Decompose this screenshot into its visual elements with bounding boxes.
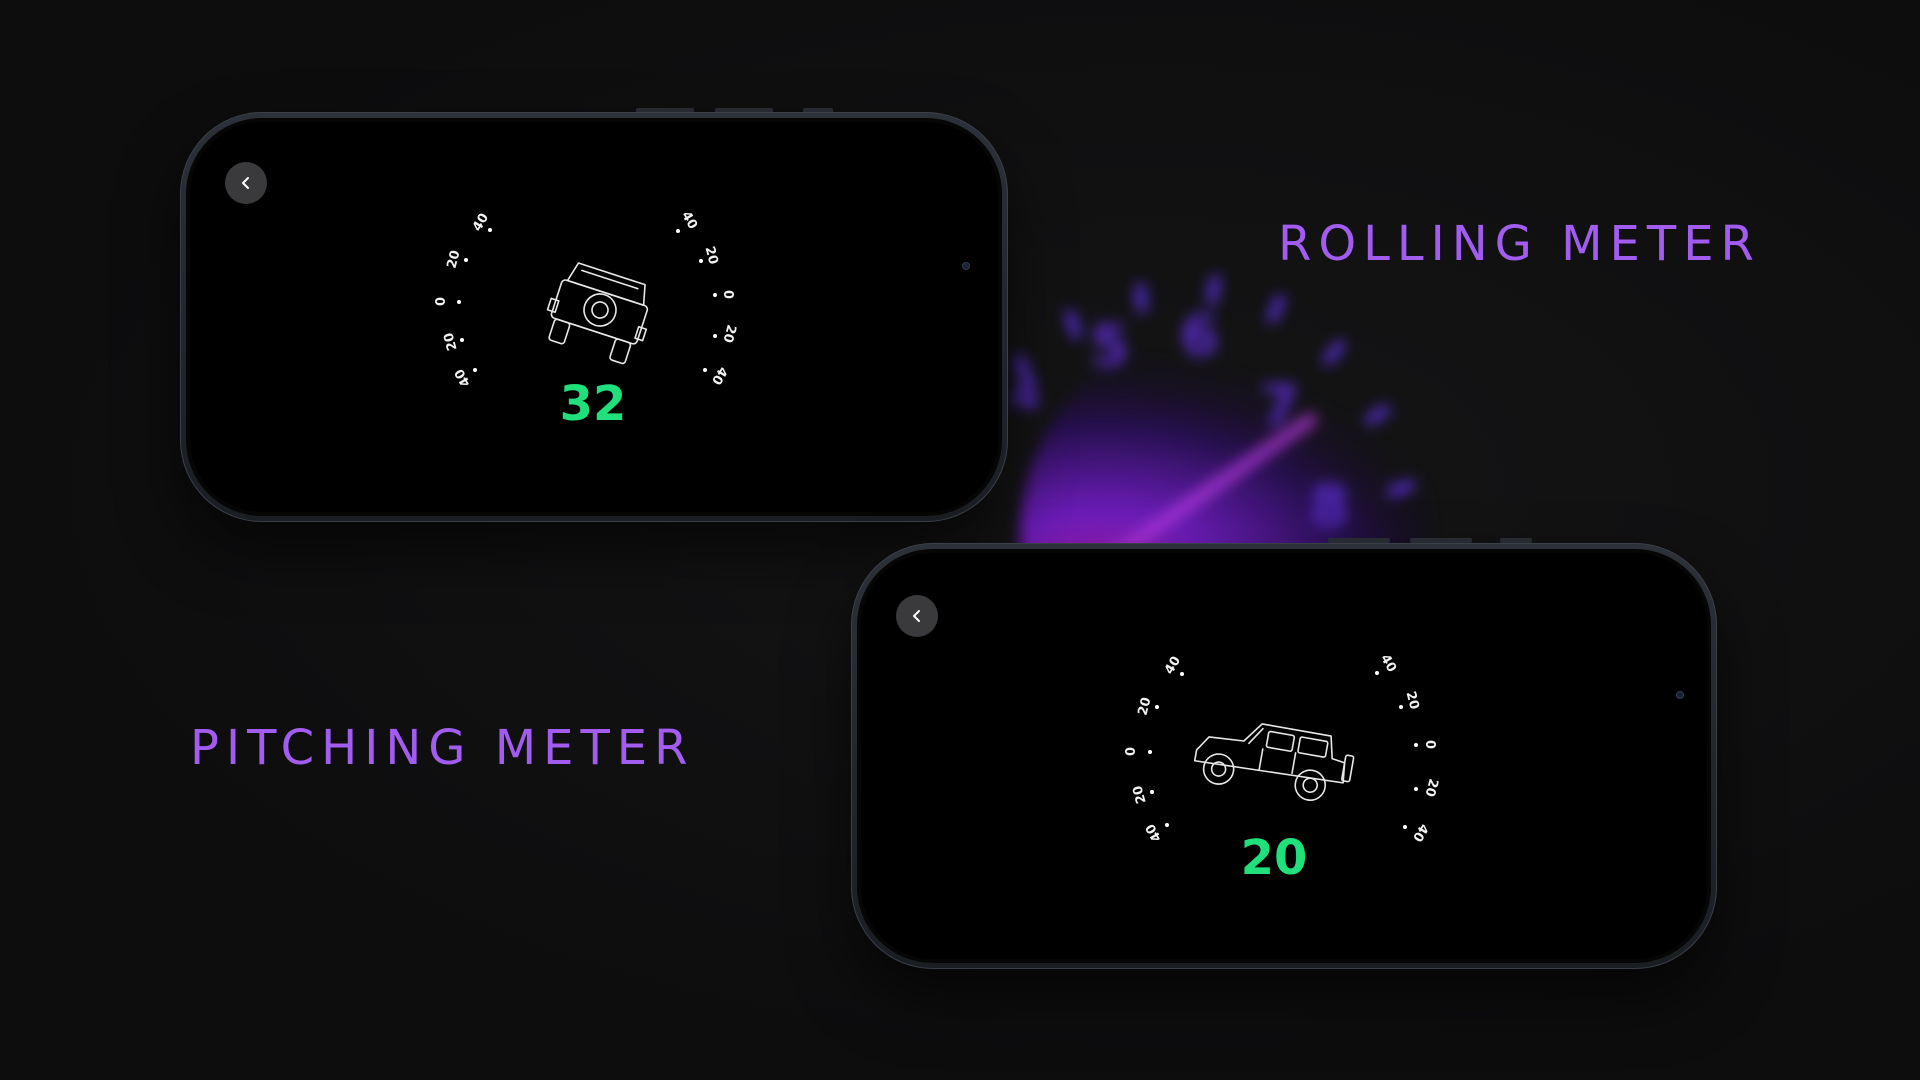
svg-text:8: 8 [1310, 474, 1349, 539]
svg-text:5: 5 [1090, 314, 1129, 379]
scale-tick-dot [1414, 743, 1418, 747]
scale-tick-dot [713, 293, 717, 297]
rolling-phone-frame: 40 20 0 20 40 40 20 0 20 40 32 [180, 112, 1008, 522]
scale-label: 40 [1409, 820, 1432, 845]
pitching-meter-heading: PITCHING METER [190, 720, 695, 776]
scale-label: 40 [1377, 651, 1400, 676]
scale-tick-dot [703, 368, 707, 372]
scale-label: 0 [1422, 739, 1438, 750]
scale-label: 0 [720, 289, 736, 300]
roll-angle-reading: 32 [559, 376, 627, 432]
scale-tick-dot [1375, 671, 1379, 675]
rolling-meter-heading: ROLLING METER [1278, 216, 1761, 272]
scale-label: 20 [1402, 689, 1422, 712]
scale-tick-dot [713, 334, 717, 338]
pitching-phone-screen: 40 20 0 20 40 40 20 0 20 40 20 [857, 549, 1711, 963]
scale-label: 20 [719, 322, 739, 345]
svg-text:4: 4 [1010, 370, 1041, 421]
jeep-rear-view-graphic [546, 262, 649, 365]
pitching-phone-frame: 40 20 0 20 40 40 20 0 20 40 20 [851, 543, 1717, 969]
scale-label: 20 [701, 244, 721, 267]
scale-label: 20 [1421, 776, 1441, 799]
scale-label: 40 [678, 208, 701, 233]
pitch-angle-reading: 20 [1240, 830, 1308, 886]
svg-text:6: 6 [1180, 304, 1219, 369]
jeep-side-view-graphic [1193, 723, 1355, 801]
showcase-canvas: 4 5 6 7 8 ROLLING METER PITCHING METER 4… [0, 0, 1920, 1080]
rolling-phone-screen: 40 20 0 20 40 40 20 0 20 40 32 [186, 118, 1002, 516]
scale-label: 40 [708, 363, 731, 388]
scale-tick-dot [676, 229, 680, 233]
scale-tick-dot [1403, 825, 1407, 829]
scale-tick-dot [1414, 787, 1418, 791]
scale-tick-dot [1399, 705, 1403, 709]
scale-tick-dot [699, 259, 703, 263]
